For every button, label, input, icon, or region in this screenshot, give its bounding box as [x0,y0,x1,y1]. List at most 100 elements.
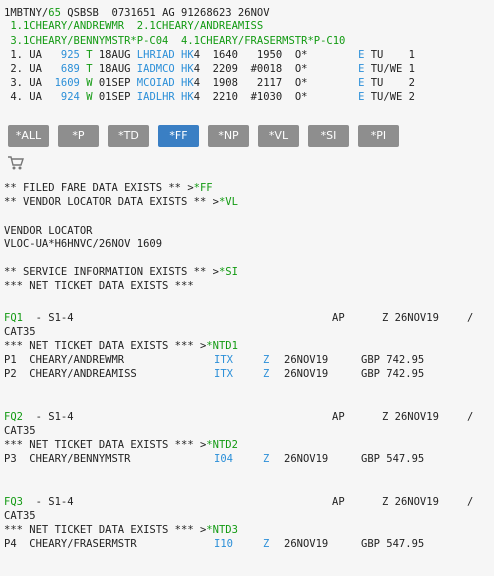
fq-link[interactable]: FQ3 [4,496,23,508]
passenger-name[interactable]: 2.1CHEARY/ANDREAMISS [124,20,263,32]
flight-number[interactable]: 924 [48,91,80,103]
fare-z: Z [263,538,270,550]
net-ticket-line: *** NET TICKET DATA EXISTS *** >*NTD3 [4,524,238,537]
fare-z: Z [263,368,270,380]
pnr-prefix: 1MBTNY/ [4,7,49,19]
fare-passenger: P1 CHEARY/ANDREWMR [4,354,125,366]
p-button[interactable]: *P [58,125,99,147]
segment-date: 01SEP [92,91,137,103]
fare-ap: AP [332,496,345,508]
net-ticket-text: *** NET TICKET DATA EXISTS *** > [4,439,207,451]
ff-button[interactable]: *FF [158,125,199,147]
cat35-label: CAT35 [4,510,36,522]
segment-status: HK [174,91,194,103]
vl-button[interactable]: *VL [258,125,299,147]
service-info-notice: ** SERVICE INFORMATION EXISTS ** >*SI [4,266,238,279]
segment-row[interactable]: 3. UA 1609 W 01SEP MCOIAD HK4 1908 2117 … [4,77,415,90]
vloc-line: VLOC-UA*H6HNVC/26NOV 1609 [4,238,163,250]
vendor-locator-notice: ** VENDOR LOCATOR DATA EXISTS ** >*VL [4,196,238,209]
passenger-name[interactable]: 3.1CHEARY/BENNYMSTR*P-C04 [4,35,168,47]
airline: UA [22,49,49,61]
service-info-text: ** SERVICE INFORMATION EXISTS ** > [4,266,219,278]
segment-row[interactable]: 2. UA 689 T 18AUG IADMCO HK4 2209 #0018 … [4,63,415,76]
city-pair[interactable]: IADLHR [137,91,175,103]
fare-amount: GBP 742.95 [361,368,425,380]
passenger-row: 3.1CHEARY/BENNYMSTR*P-C04 4.1CHEARY/FRAS… [4,35,345,48]
net-ticket-notice: *** NET TICKET DATA EXISTS *** [4,280,194,292]
vendor-locator-text: ** VENDOR LOCATOR DATA EXISTS ** > [4,196,219,208]
ntd-link[interactable]: *NTD1 [206,340,238,352]
net-ticket-text: *** NET TICKET DATA EXISTS *** > [4,340,207,352]
fq-link[interactable]: FQ1 [4,312,23,324]
segment-row[interactable]: 1. UA 925 T 18AUG LHRIAD HK4 1640 1950 O… [4,49,415,62]
all-button[interactable]: *ALL [8,125,49,147]
segment-days: TU 1 [364,49,415,61]
segment-number: 1. [4,49,23,61]
ntd-link[interactable]: *NTD2 [206,439,238,451]
booking-class: T [79,63,93,75]
city-pair[interactable]: MCOIAD [137,77,175,89]
city-pair[interactable]: IADMCO [137,63,175,75]
fare-passenger: P4 CHEARY/FRASERMSTR [4,538,137,550]
segment-status: HK [174,63,194,75]
ff-link[interactable]: *FF [194,182,213,194]
airline: UA [22,63,49,75]
fare-slash: / [467,411,474,423]
pnr-details: QSBSB 0731651 AG 91268623 26NOV [60,7,270,19]
fare-z: Z [263,453,270,465]
fq-link[interactable]: FQ2 [4,411,23,423]
segment-date: 18AUG [92,63,137,75]
fare-quote-header: FQ3 - S1-4 [4,496,74,509]
cat35-label: CAT35 [4,425,36,437]
passenger-name[interactable]: 1.1CHEARY/ANDREWMR [4,20,124,32]
td-button[interactable]: *TD [108,125,149,147]
pi-button[interactable]: *PI [358,125,399,147]
pnr-header: 1MBTNY/65 QSBSB 0731651 AG 91268623 26NO… [4,7,270,20]
airline: UA [22,77,49,89]
np-button[interactable]: *NP [208,125,249,147]
segment-date: 01SEP [92,77,137,89]
vl-link[interactable]: *VL [219,196,238,208]
filed-fare-notice: ** FILED FARE DATA EXISTS ** >*FF [4,182,213,195]
segment-date: 18AUG [92,49,137,61]
flight-number[interactable]: 925 [48,49,80,61]
segment-status: HK [174,49,194,61]
filed-fare-text: ** FILED FARE DATA EXISTS ** > [4,182,194,194]
ntd-link[interactable]: *NTD3 [206,524,238,536]
fare-amount: GBP 547.95 [361,538,425,550]
fare-quote-header: FQ2 - S1-4 [4,411,74,424]
fare-code: I10 [214,538,233,550]
pnr-number: 65 [48,7,61,19]
booking-class: T [79,49,93,61]
fare-slash: / [467,312,474,324]
city-pair[interactable]: LHRIAD [137,49,175,61]
net-ticket-line: *** NET TICKET DATA EXISTS *** >*NTD2 [4,439,238,452]
passenger-name[interactable]: 4.1CHEARY/FRASERMSTR*P-C10 [168,35,345,47]
segment-days: TU 2 [364,77,415,89]
si-link[interactable]: *SI [219,266,238,278]
flight-number[interactable]: 689 [48,63,80,75]
fare-ap: AP [332,411,345,423]
segment-number: 2. [4,63,23,75]
fare-pax-date: 26NOV19 [284,368,329,380]
airline: UA [22,91,49,103]
fare-quote-header: FQ1 - S1-4 [4,312,74,325]
fare-pax-date: 26NOV19 [284,453,329,465]
fare-passenger: P3 CHEARY/BENNYMSTR [4,453,131,465]
si-button[interactable]: *SI [308,125,349,147]
fare-amount: GBP 742.95 [361,354,425,366]
segment-row[interactable]: 4. UA 924 W 01SEP IADLHR HK4 2210 #1030 … [4,91,415,104]
vendor-locator-title: VENDOR LOCATOR [4,225,93,237]
flight-number[interactable]: 1609 [48,77,80,89]
fare-passenger: P2 CHEARY/ANDREAMISS [4,368,137,380]
segment-times: 4 2209 #0018 O* [193,63,359,75]
segment-days: TU/WE 1 [364,63,415,75]
fare-pax-date: 26NOV19 [284,354,329,366]
cat35-label: CAT35 [4,326,36,338]
booking-class: W [79,77,93,89]
segment-times: 4 2210 #1030 O* [193,91,359,103]
fare-date: Z 26NOV19 [382,411,439,423]
shopping-cart-icon[interactable] [7,155,25,171]
fare-z: Z [263,354,270,366]
fare-amount: GBP 547.95 [361,453,425,465]
